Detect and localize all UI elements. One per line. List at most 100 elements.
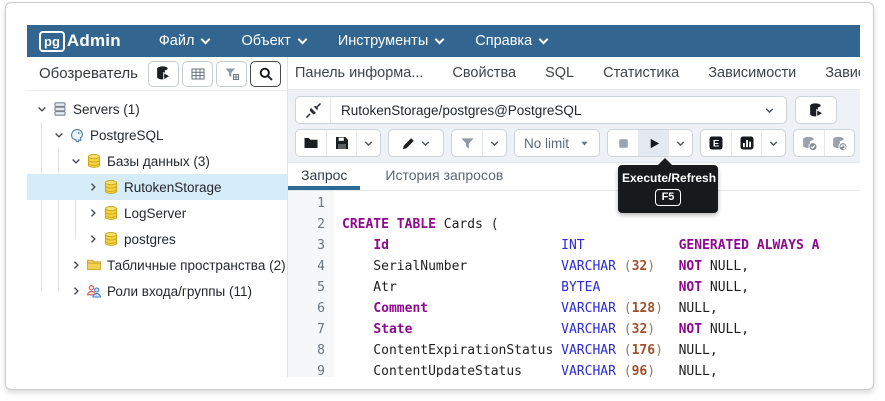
- query-tab-query[interactable]: Запрос: [288, 163, 360, 190]
- explain-analyze-icon: [739, 135, 755, 151]
- tab-sql[interactable]: SQL: [545, 65, 574, 81]
- roles-people-icon: [84, 283, 104, 299]
- main-panel: Панель информа... Свойства SQL Статистика За…: [288, 57, 860, 377]
- tree-item-servers[interactable]: Servers (1): [27, 96, 287, 122]
- tree-item-label: PostgreSQL: [90, 128, 164, 143]
- chevron-down-icon: [201, 34, 211, 44]
- edit-pencil-button[interactable]: [389, 130, 443, 156]
- chevron-down-icon: [419, 137, 432, 150]
- play-button[interactable]: [638, 130, 668, 156]
- line-number: 5: [288, 277, 325, 298]
- tab-dependencies[interactable]: Зависимости: [708, 65, 796, 81]
- tree-chevron-down-icon[interactable]: [33, 103, 50, 115]
- line-number: 4: [288, 256, 325, 277]
- sql-editor: 123456789 CREATE TABLE Cards ( Id INT GE…: [288, 191, 860, 377]
- line-number: 6: [288, 298, 325, 319]
- menu-tools[interactable]: Инструменты: [338, 33, 443, 49]
- line-number: 8: [288, 340, 325, 361]
- query-tool-toolbar: RutokenStorage/postgres@PostgreSQL No li…: [288, 90, 860, 163]
- browser-toolbar: [148, 61, 281, 87]
- chevron-down-button[interactable]: [668, 130, 692, 156]
- search-icon: [258, 66, 274, 82]
- tab-dashboard[interactable]: Панель информа...: [295, 65, 423, 81]
- pgadmin-logo-pg: pg: [39, 31, 65, 52]
- chevron-down-button[interactable]: [761, 130, 785, 156]
- top-navbar: pg Admin ФайлОбъектИнструментыСправка: [27, 25, 860, 57]
- filter-group: [451, 129, 507, 157]
- filter-table-button[interactable]: [216, 61, 247, 87]
- menu-object[interactable]: Объект: [241, 33, 305, 49]
- table-grid-button[interactable]: [182, 61, 213, 87]
- tree-item-label: LogServer: [124, 206, 186, 221]
- edit-pencil-icon: [401, 136, 416, 151]
- connection-value: RutokenStorage/postgres@PostgreSQL: [331, 103, 752, 118]
- line-number-gutter: 123456789: [288, 191, 334, 377]
- code-line: [342, 193, 860, 214]
- line-number: 3: [288, 235, 325, 256]
- tree-item-postgresql[interactable]: PostgreSQL: [27, 122, 287, 148]
- tooltip-label: Execute/Refresh: [622, 171, 714, 185]
- tab-statistics[interactable]: Статистика: [603, 65, 679, 81]
- chevron-down-icon: [674, 137, 687, 150]
- code-line: Id INT GENERATED ALWAYS A: [342, 235, 860, 256]
- open-file-button[interactable]: [296, 130, 326, 156]
- chevron-right-icon[interactable]: [84, 181, 101, 193]
- new-connection-button[interactable]: [795, 96, 837, 124]
- tree-item-databases[interactable]: Базы данных (3): [27, 148, 287, 174]
- tree-item-logserver[interactable]: LogServer: [27, 200, 287, 226]
- chevron-down-icon: [435, 34, 445, 44]
- code-line: Comment VARCHAR (128) NULL,: [342, 298, 860, 319]
- database-swap-icon: [155, 65, 172, 82]
- explain-button[interactable]: E: [701, 130, 731, 156]
- connection-dropdown[interactable]: RutokenStorage/postgres@PostgreSQL: [295, 96, 787, 124]
- tree-item-label: postgres: [124, 232, 176, 247]
- query-tab-history[interactable]: История запросов: [372, 163, 516, 190]
- database-icon: [84, 153, 104, 169]
- menu-file[interactable]: Файл: [159, 33, 210, 49]
- chevron-right-icon[interactable]: [84, 233, 101, 245]
- menu-label: Справка: [475, 33, 532, 49]
- commit-button[interactable]: [794, 130, 824, 156]
- stop-icon: [616, 136, 631, 151]
- menu-help[interactable]: Справка: [475, 33, 547, 49]
- execute-group: [607, 129, 693, 157]
- filter-table-icon: [224, 66, 240, 82]
- table-grid-icon: [190, 66, 206, 82]
- object-tree: Servers (1) PostgreSQL Базы данных (3)Ruto…: [27, 90, 287, 377]
- tree-chevron-down-icon[interactable]: [67, 155, 84, 167]
- tree-item-postgres[interactable]: postgres: [27, 226, 287, 252]
- row-limit-value: No limit: [524, 136, 569, 151]
- pgadmin-app: pg Admin ФайлОбъектИнструментыСправка Об…: [27, 25, 860, 377]
- tree-chevron-down-icon[interactable]: [50, 129, 67, 141]
- chevron-right-icon[interactable]: [67, 259, 84, 271]
- save-button[interactable]: [326, 130, 356, 156]
- tab-properties[interactable]: Свойства: [452, 65, 516, 81]
- database-icon: [101, 205, 121, 221]
- chevron-right-icon[interactable]: [67, 285, 84, 297]
- row-limit-select[interactable]: No limit: [514, 129, 600, 157]
- explain-analyze-button[interactable]: [731, 130, 761, 156]
- chevron-down-icon: [752, 104, 786, 117]
- connection-plug-icon: [305, 102, 322, 119]
- rollback-button[interactable]: [824, 130, 854, 156]
- transaction-group: [793, 129, 855, 157]
- tooltip-shortcut-key: F5: [655, 189, 682, 206]
- line-number: 1: [288, 193, 325, 214]
- chevron-right-icon[interactable]: [84, 207, 101, 219]
- tree-item-roles[interactable]: Роли входа/группы (11): [27, 278, 287, 304]
- database-swap-button[interactable]: [148, 61, 179, 87]
- code-line: ContentUpdateStatus VARCHAR (96) NULL,: [342, 361, 860, 377]
- chevron-down-icon: [297, 34, 307, 44]
- tab-dependents[interactable]: Зависимые: [825, 65, 860, 81]
- tree-item-label: Servers (1): [73, 102, 140, 117]
- tree-item-tablespaces[interactable]: Табличные пространства (2): [27, 252, 287, 278]
- stop-button[interactable]: [608, 130, 638, 156]
- tree-item-rutokenstorage[interactable]: RutokenStorage: [27, 174, 287, 200]
- chevron-down-button[interactable]: [482, 130, 506, 156]
- chevron-down-icon: [763, 104, 776, 117]
- sql-code-area[interactable]: CREATE TABLE Cards ( Id INT GENERATED AL…: [334, 191, 860, 377]
- filter-button[interactable]: [452, 130, 482, 156]
- search-button[interactable]: [250, 61, 281, 87]
- commit-icon: [801, 135, 818, 152]
- chevron-down-button[interactable]: [356, 130, 380, 156]
